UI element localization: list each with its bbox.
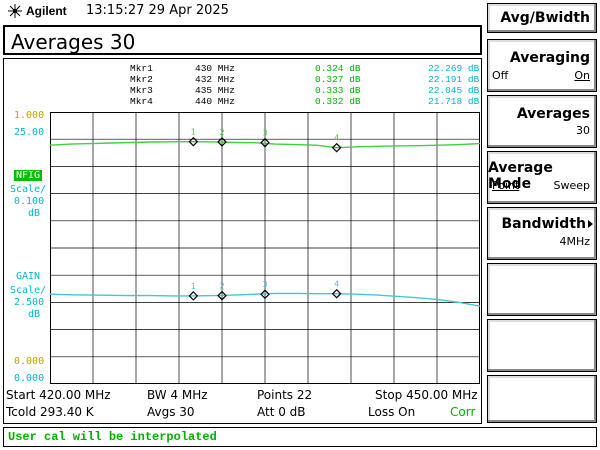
trace-chart: 1 1 2 2 3 3 4 4 (50, 112, 480, 384)
gain-bottom-value: 0.000 (14, 373, 45, 384)
agilent-logo-icon (8, 4, 22, 18)
marker-number-label: 3 (262, 129, 267, 138)
marker-number-label: 1 (191, 128, 196, 137)
grid-lines (50, 112, 480, 384)
nfig-bottom-value: 0.000 (14, 356, 45, 367)
title-box: Averages 30 (3, 25, 482, 55)
marker-name: Mkr2 (130, 74, 153, 85)
marker-number-label: 3 (262, 280, 267, 289)
marker-gain: 22.045 dB (428, 85, 480, 96)
status-message: User cal will be interpolated (8, 430, 217, 444)
blank-softkey-5[interactable] (487, 263, 597, 316)
marker-gain: 22.269 dB (428, 63, 480, 74)
menu-title-key: Avg/Bwidth (487, 3, 597, 33)
corr-indicator: Corr (450, 405, 476, 419)
marker-nfig: 0.332 dB (315, 96, 361, 107)
gain-label: GAIN (16, 271, 41, 282)
attenuation-info: Att 0 dB (257, 405, 306, 419)
marker-freq: 440 MHz (195, 96, 235, 107)
page-title: Averages 30 (11, 30, 136, 54)
nfig-top-value: 1.000 (14, 110, 45, 121)
datetime: 13:15:27 29 Apr 2025 (86, 3, 229, 18)
marker-name: Mkr4 (130, 96, 153, 107)
marker-number-label: 4 (334, 134, 339, 143)
submenu-arrow-icon (588, 220, 593, 228)
average-mode-softkey[interactable]: Average Mode Point Sweep (487, 151, 597, 204)
bandwidth-label: Bandwidth (501, 216, 586, 232)
marker-gain: 21.718 dB (428, 96, 480, 107)
bandwidth-value: 4MHz (559, 235, 590, 248)
average-mode-point-option: Point (492, 179, 520, 192)
averaging-on-option: On (574, 69, 590, 82)
marker-freq: 432 MHz (195, 74, 235, 85)
brand-name: Agilent (26, 4, 67, 18)
averages-value: 30 (576, 124, 590, 137)
tcold-info: Tcold 293.40 K (6, 405, 94, 419)
marker-number-label: 1 (191, 282, 196, 291)
marker-name: Mkr1 (130, 63, 153, 74)
marker-nfig: 0.327 dB (315, 74, 361, 85)
marker-freq: 435 MHz (195, 85, 235, 96)
marker-nfig: 0.333 dB (315, 85, 361, 96)
menu-title: Avg/Bwidth (500, 10, 590, 26)
averages-info: Avgs 30 (147, 405, 195, 419)
averaging-softkey[interactable]: Averaging Off On (487, 39, 597, 92)
averaging-off-option: Off (492, 69, 509, 82)
nfig-unit: dB (28, 208, 41, 219)
gain-scale-label: Scale/ (10, 285, 47, 296)
nfig-scale-label: Scale/ (10, 184, 47, 195)
marker-name: Mkr3 (130, 85, 153, 96)
nfig-label-wrap: NFIG (14, 170, 43, 181)
marker-gain: 22.191 dB (428, 74, 480, 85)
loss-info: Loss On (368, 405, 416, 419)
stop-freq: Stop 450.00 MHz (375, 388, 478, 402)
marker-number-label: 4 (334, 280, 339, 289)
bandwidth-softkey[interactable]: Bandwidth 4MHz (487, 207, 597, 260)
points-info: Points 22 (257, 388, 313, 402)
gain-scale-value: 2.500 (14, 297, 45, 308)
marker-nfig: 0.324 dB (315, 63, 361, 74)
nfig-label: NFIG (14, 170, 43, 181)
blank-softkey-7[interactable] (487, 375, 597, 423)
averaging-label: Averaging (509, 50, 590, 66)
marker-freq: 430 MHz (195, 63, 235, 74)
blank-softkey-6[interactable] (487, 319, 597, 372)
averages-softkey[interactable]: Averages 30 (487, 95, 597, 148)
gain-unit: dB (28, 309, 41, 320)
status-bar: User cal will be interpolated (3, 427, 597, 447)
nfig-scale-value: 0.100 (14, 196, 45, 207)
averages-label: Averages (516, 106, 590, 122)
marker-number-label: 2 (219, 282, 224, 291)
marker-number-label: 2 (219, 128, 224, 137)
average-mode-sweep-option: Sweep (553, 179, 591, 192)
gain-top-value: 25.00 (14, 127, 45, 138)
bandwidth-info: BW 4 MHz (147, 388, 208, 402)
start-freq: Start 420.00 MHz (6, 388, 111, 402)
